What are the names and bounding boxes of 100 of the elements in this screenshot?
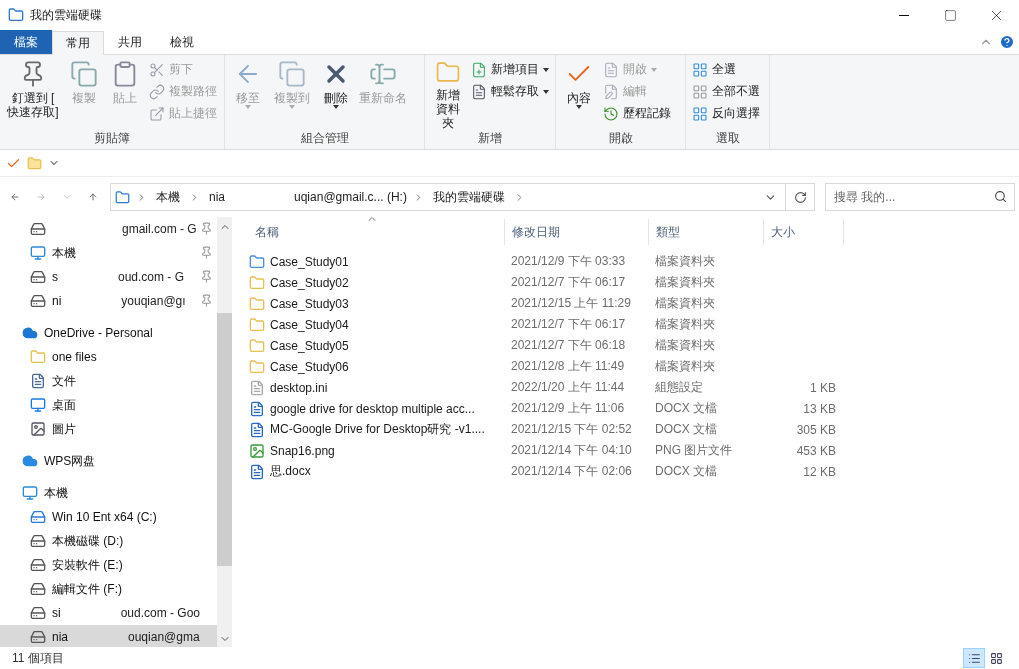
- ribbon-button[interactable]: 內容: [559, 57, 599, 130]
- scrollbar-thumb[interactable]: [217, 313, 232, 566]
- table-cell-text: PNG 图片文件: [654, 442, 734, 459]
- column-header[interactable]: 修改日期: [505, 219, 649, 245]
- table-cell-text: 檔案資料夾: [654, 253, 716, 270]
- breadcrumb[interactable]: 我的雲端硬碟: [429, 188, 508, 206]
- column-header[interactable]: 名稱: [248, 219, 505, 245]
- table-cell-text: 2021/12/14 下午 04:10: [510, 442, 633, 459]
- sidebar-item[interactable]: [30, 221, 46, 237]
- image-file-icon: [249, 442, 265, 459]
- file-name[interactable]: Case_Study04: [248, 316, 504, 333]
- label-fragment: oud.com - Goo: [120, 606, 201, 620]
- column-header[interactable]: 類型: [649, 219, 764, 245]
- table-cell-text: 12 KB: [802, 464, 837, 479]
- sidebar-item[interactable]: Win 10 Ent x64 (C:): [30, 509, 157, 525]
- details-view-icon: [967, 651, 981, 665]
- sidebar-item[interactable]: si: [30, 605, 61, 621]
- sidebar-item[interactable]: 本機: [30, 244, 76, 262]
- group-label: 開啟: [608, 130, 633, 146]
- ribbon-button[interactable]: 輕鬆存取: [468, 81, 552, 102]
- sidebar-item[interactable]: WPS网盘: [22, 452, 96, 470]
- table-cell-text: 2021/12/8 上午 11:49: [510, 358, 626, 375]
- file-name[interactable]: 思.docx: [248, 463, 504, 480]
- file-name[interactable]: Case_Study01: [248, 253, 504, 270]
- minimize-icon: [899, 14, 909, 16]
- refresh-icon: [793, 190, 807, 204]
- pin-icon: [200, 246, 213, 259]
- ribbon-button[interactable]: 新增項目: [468, 59, 552, 80]
- folder-icon: [249, 295, 265, 312]
- table-cell-text: 13 KB: [802, 401, 837, 416]
- drive-icon: [30, 581, 46, 597]
- sidebar-item[interactable]: 本機磁碟 (D:): [30, 532, 124, 550]
- ribbon-button[interactable]: 反向選擇: [689, 103, 763, 124]
- address-bar[interactable]: 本機 nia uqian@gmail.c... (H:) 我的雲端硬碟: [110, 183, 786, 211]
- sidebar-item[interactable]: 編輯文件 (F:): [30, 580, 122, 598]
- new-file-icon: [471, 61, 487, 78]
- ribbon-button[interactable]: 全部不選: [689, 81, 763, 102]
- file-name[interactable]: Case_Study02: [248, 274, 504, 291]
- file-name[interactable]: MC-Google Drive for Desktop研究 -v1....: [248, 421, 504, 438]
- sidebar-item[interactable]: 安裝軟件 (E:): [30, 556, 123, 574]
- folder-icon: [249, 337, 265, 354]
- view-button[interactable]: [963, 648, 985, 668]
- file-name[interactable]: Case_Study06: [248, 358, 504, 375]
- ribbon-button[interactable]: 全選: [689, 59, 763, 80]
- search-field[interactable]: 搜尋 我的...: [825, 183, 1015, 211]
- scissors-icon: [149, 61, 165, 78]
- sidebar-item[interactable]: nia: [30, 629, 68, 645]
- item-count: 11 個項目: [12, 649, 65, 667]
- pin-icon: [200, 222, 213, 235]
- folder-icon: [249, 358, 265, 375]
- shortcut-icon: [149, 105, 165, 122]
- window-title: 我的雲端硬碟: [30, 6, 103, 24]
- column-header[interactable]: 大小: [764, 219, 844, 245]
- group-label: 新增: [478, 130, 502, 146]
- sidebar-item[interactable]: 桌面: [30, 396, 76, 414]
- sidebar-item[interactable]: s: [30, 269, 58, 285]
- ribbon-button[interactable]: 新增資料夾: [428, 57, 467, 130]
- file-name[interactable]: desktop.ini: [248, 379, 504, 396]
- ribbon-button[interactable]: 歷程記錄: [600, 103, 674, 124]
- table-cell-text: 2021/12/15 下午 02:52: [510, 421, 633, 438]
- sidebar-item[interactable]: one files: [30, 349, 97, 365]
- document-icon: [249, 463, 265, 480]
- help-icon[interactable]: [999, 34, 1015, 50]
- file-name[interactable]: Case_Study03: [248, 295, 504, 312]
- drive-icon: [30, 269, 46, 285]
- breadcrumb[interactable]: 本機: [153, 188, 183, 206]
- file-name[interactable]: Snap16.png: [248, 442, 504, 459]
- settings-file-icon: [249, 379, 265, 396]
- pin-icon: [200, 294, 213, 307]
- ribbon-button[interactable]: 刪除: [316, 57, 356, 130]
- refresh-button[interactable]: [785, 183, 815, 211]
- sidebar-item[interactable]: 本機: [22, 484, 68, 502]
- sidebar-item[interactable]: OneDrive - Personal: [22, 325, 153, 341]
- cloud-icon: [22, 453, 38, 469]
- copy-icon: [70, 60, 98, 88]
- grid-icon: [692, 61, 708, 78]
- document-icon: [249, 400, 265, 417]
- shared-folder-icon: [249, 253, 265, 270]
- sidebar-item[interactable]: ni: [30, 293, 62, 309]
- folder-icon[interactable]: [27, 155, 42, 171]
- ribbon-button[interactable]: 釘選到 [ 快速存取]: [3, 57, 63, 130]
- link-icon: [149, 83, 165, 100]
- sidebar-item[interactable]: 文件: [30, 372, 76, 390]
- drive-icon: [30, 557, 46, 573]
- folder-icon: [249, 274, 265, 291]
- grid-view-icon: [989, 651, 1003, 665]
- table-cell-text: 2021/12/7 下午 06:17: [510, 274, 627, 291]
- table-cell-text: 453 KB: [795, 443, 837, 458]
- ribbon-tab[interactable]: 常用: [52, 31, 104, 55]
- file-name[interactable]: google drive for desktop multiple acc...: [248, 400, 504, 417]
- scrollbar[interactable]: [217, 217, 232, 647]
- folder-icon: [30, 349, 46, 365]
- search-icon[interactable]: [994, 190, 1007, 203]
- breadcrumb[interactable]: nia: [206, 190, 228, 204]
- document-icon: [471, 83, 487, 100]
- ribbon-tab[interactable]: 檔案: [0, 30, 52, 54]
- sidebar-item[interactable]: 圖片: [30, 420, 76, 438]
- table-cell-text: 2021/12/14 下午 02:06: [510, 463, 633, 480]
- label-fragment: gmail.com - G: [122, 222, 197, 236]
- file-name[interactable]: Case_Study05: [248, 337, 504, 354]
